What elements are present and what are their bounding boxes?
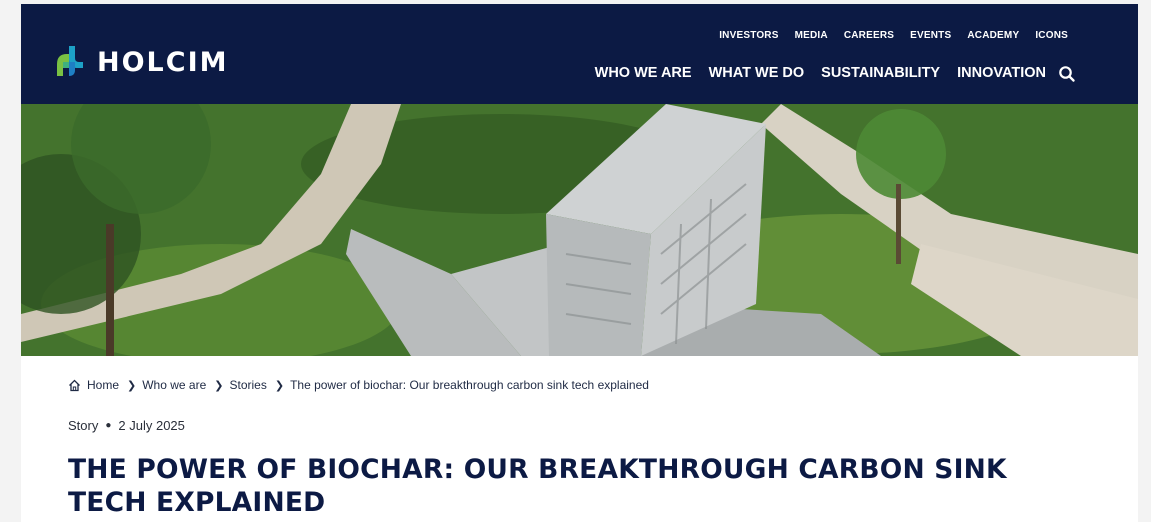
main-nav-innovation[interactable]: INNOVATION — [957, 65, 1046, 81]
search-icon[interactable] — [1058, 65, 1076, 83]
page: HOLCIM INVESTORS MEDIA CAREERS EVENTS AC… — [21, 4, 1138, 522]
top-nav-investors[interactable]: INVESTORS — [719, 30, 778, 41]
breadcrumb-who-we-are[interactable]: Who we are — [142, 378, 206, 392]
top-nav-academy[interactable]: ACADEMY — [967, 30, 1019, 41]
main-nav-sustainability[interactable]: SUSTAINABILITY — [821, 65, 940, 81]
chevron-right-icon: ❯ — [127, 379, 137, 392]
article-meta: Story ● 2 July 2025 — [68, 418, 185, 433]
breadcrumb-stories[interactable]: Stories — [229, 378, 266, 392]
article-title: THE POWER OF BIOCHAR: OUR BREAKTHROUGH C… — [68, 454, 1007, 518]
top-utility-nav: INVESTORS MEDIA CAREERS EVENTS ACADEMY I… — [719, 30, 1068, 41]
breadcrumb-current: The power of biochar: Our breakthrough c… — [290, 378, 649, 392]
holcim-logo-icon — [57, 46, 83, 76]
breadcrumb-home[interactable]: Home — [87, 378, 119, 392]
home-icon[interactable] — [68, 379, 81, 392]
chevron-right-icon: ❯ — [274, 379, 285, 392]
top-nav-media[interactable]: MEDIA — [795, 30, 828, 41]
main-nav-what-we-do[interactable]: WHAT WE DO — [709, 65, 805, 81]
top-nav-icons[interactable]: ICONS — [1035, 30, 1068, 41]
breadcrumb: Home ❯ Who we are ❯ Stories ❯ The power … — [68, 378, 649, 392]
holcim-logo[interactable]: HOLCIM — [49, 42, 228, 82]
main-nav: WHO WE ARE WHAT WE DO SUSTAINABILITY INN… — [595, 65, 1046, 81]
chevron-right-icon: ❯ — [214, 379, 224, 392]
article-type: Story — [68, 418, 99, 433]
meta-separator-dot: ● — [105, 420, 112, 431]
hero-image — [21, 104, 1138, 356]
article-date: 2 July 2025 — [118, 418, 185, 433]
main-nav-who-we-are[interactable]: WHO WE ARE — [595, 65, 692, 81]
hero-illustration — [21, 104, 1138, 356]
logo-wordmark: HOLCIM — [97, 46, 229, 78]
top-nav-careers[interactable]: CAREERS — [844, 30, 894, 41]
site-header: HOLCIM INVESTORS MEDIA CAREERS EVENTS AC… — [21, 4, 1138, 104]
top-nav-events[interactable]: EVENTS — [910, 30, 951, 41]
